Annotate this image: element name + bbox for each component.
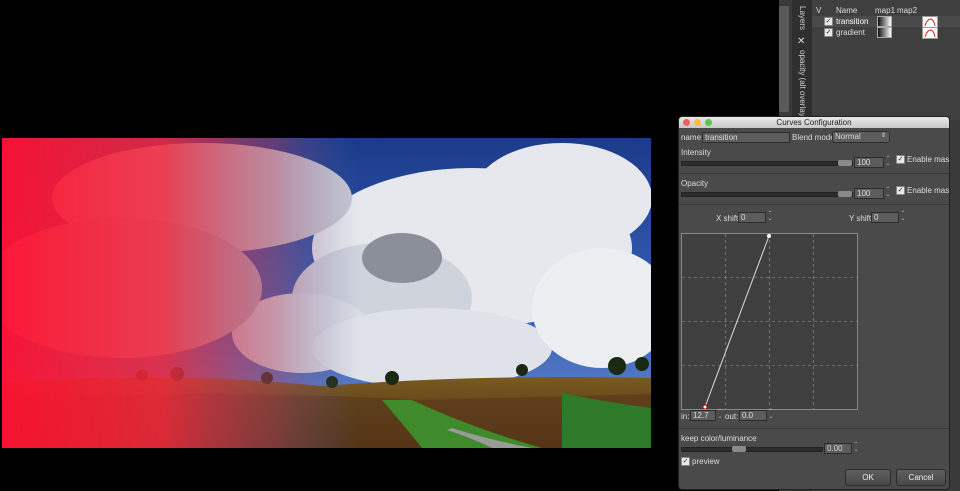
map2-curve-thumbnail[interactable] — [922, 27, 938, 39]
name-input[interactable]: transition — [702, 132, 790, 143]
vertical-scrollbar[interactable] — [779, 6, 789, 112]
in-stepper[interactable]: ⌃ ⌄ — [717, 409, 723, 421]
ok-button[interactable]: OK — [845, 469, 891, 486]
curve-editor[interactable] — [681, 233, 858, 410]
x-shift-input[interactable]: 0 — [738, 212, 766, 223]
name-label: name: — [681, 133, 704, 142]
curve-graph — [682, 234, 857, 410]
layer-name: transition — [836, 17, 869, 26]
tab-layers-label: Layers — [798, 6, 807, 31]
opacity-stepper[interactable]: ⌃ ⌄ — [885, 187, 891, 199]
out-input[interactable]: 0.0 — [739, 410, 767, 421]
canvas-image[interactable] — [2, 138, 651, 448]
dialog-titlebar[interactable]: Curves Configuration — [679, 117, 949, 128]
enable-mask-label-2: Enable mask — [907, 186, 950, 195]
tab-opacity-label: opacity (alt overlay) — [798, 50, 807, 120]
blend-mode-value: Normal — [835, 132, 861, 141]
tab-layers[interactable]: Layers — [792, 6, 812, 31]
preview-checkbox[interactable]: ✓ — [681, 457, 690, 466]
keep-color-luminance-label: keep color/luminance — [681, 434, 757, 443]
keep-slider-knob[interactable] — [732, 446, 747, 452]
divider — [679, 428, 949, 429]
window-close-button[interactable] — [683, 119, 690, 126]
in-label: in: — [681, 412, 690, 421]
x-shift-stepper[interactable]: ⌃ ⌄ — [767, 211, 773, 223]
out-stepper[interactable]: ⌃ ⌄ — [768, 409, 774, 421]
intensity-slider-knob[interactable] — [838, 160, 852, 166]
keep-stepper[interactable]: ⌃ ⌄ — [853, 442, 859, 454]
header-visible: V — [816, 6, 822, 15]
map1-thumbnail[interactable] — [877, 16, 892, 27]
out-label: out: — [725, 412, 739, 421]
in-input[interactable]: 12.7 — [690, 410, 716, 421]
window-minimize-button[interactable] — [694, 119, 701, 126]
intensity-slider[interactable] — [681, 160, 853, 166]
layer-row-transition[interactable]: ✓ transition — [812, 16, 960, 28]
header-map1: map1 — [875, 6, 896, 15]
keep-color-luminance-input[interactable]: 0.00 — [824, 443, 852, 454]
layer-visible-checkbox[interactable]: ✓ — [824, 28, 833, 37]
layer-name: gradient — [836, 28, 865, 37]
enable-mask-intensity-checkbox[interactable]: ✓ — [896, 155, 905, 164]
chevron-updown-icon: ⇕ — [880, 133, 886, 139]
window-zoom-button[interactable] — [705, 119, 712, 126]
intensity-stepper[interactable]: ⌃ ⌄ — [885, 156, 891, 168]
layers-list: V Name map1 map2 ✓ transition ✓ gradient — [812, 0, 960, 120]
header-name: Name — [836, 6, 858, 15]
blend-mode-label: Blend mode: — [792, 133, 837, 142]
opacity-label: Opacity — [681, 179, 709, 188]
intensity-input[interactable]: 100 — [854, 157, 884, 168]
dialog-title: Curves Configuration — [776, 118, 852, 127]
blend-mode-select[interactable]: Normal ⇕ — [832, 131, 890, 143]
curve-point-start — [702, 404, 708, 410]
enable-mask-label: Enable mask — [907, 155, 950, 164]
divider — [679, 173, 949, 174]
divider — [679, 204, 949, 205]
cancel-button[interactable]: Cancel — [896, 469, 946, 486]
opacity-input[interactable]: 100 — [854, 188, 884, 199]
layer-row-gradient[interactable]: ✓ gradient — [812, 27, 960, 39]
landscape-photo — [2, 138, 651, 448]
curves-configuration-dialog: Curves Configuration name: transition Bl… — [678, 116, 950, 490]
intensity-label: Intensity — [681, 148, 711, 157]
opacity-slider[interactable] — [681, 191, 853, 197]
opacity-slider-knob[interactable] — [838, 191, 852, 197]
tab-opacity-overlay[interactable]: opacity (alt overlay) — [792, 50, 812, 120]
keep-color-luminance-slider[interactable] — [681, 446, 823, 452]
enable-mask-opacity-checkbox[interactable]: ✓ — [896, 186, 905, 195]
close-icon[interactable]: ✕ — [797, 36, 805, 47]
layer-visible-checkbox[interactable]: ✓ — [824, 17, 833, 26]
map1-thumbnail[interactable] — [877, 27, 892, 38]
y-shift-input[interactable]: 0 — [871, 212, 899, 223]
header-map2: map2 — [897, 6, 918, 15]
y-shift-label: Y shift — [849, 214, 872, 223]
preview-label: preview — [692, 457, 720, 466]
y-shift-stepper[interactable]: ⌃ ⌄ — [900, 211, 906, 223]
curve-point-end — [767, 234, 771, 238]
x-shift-label: X shift — [716, 214, 739, 223]
